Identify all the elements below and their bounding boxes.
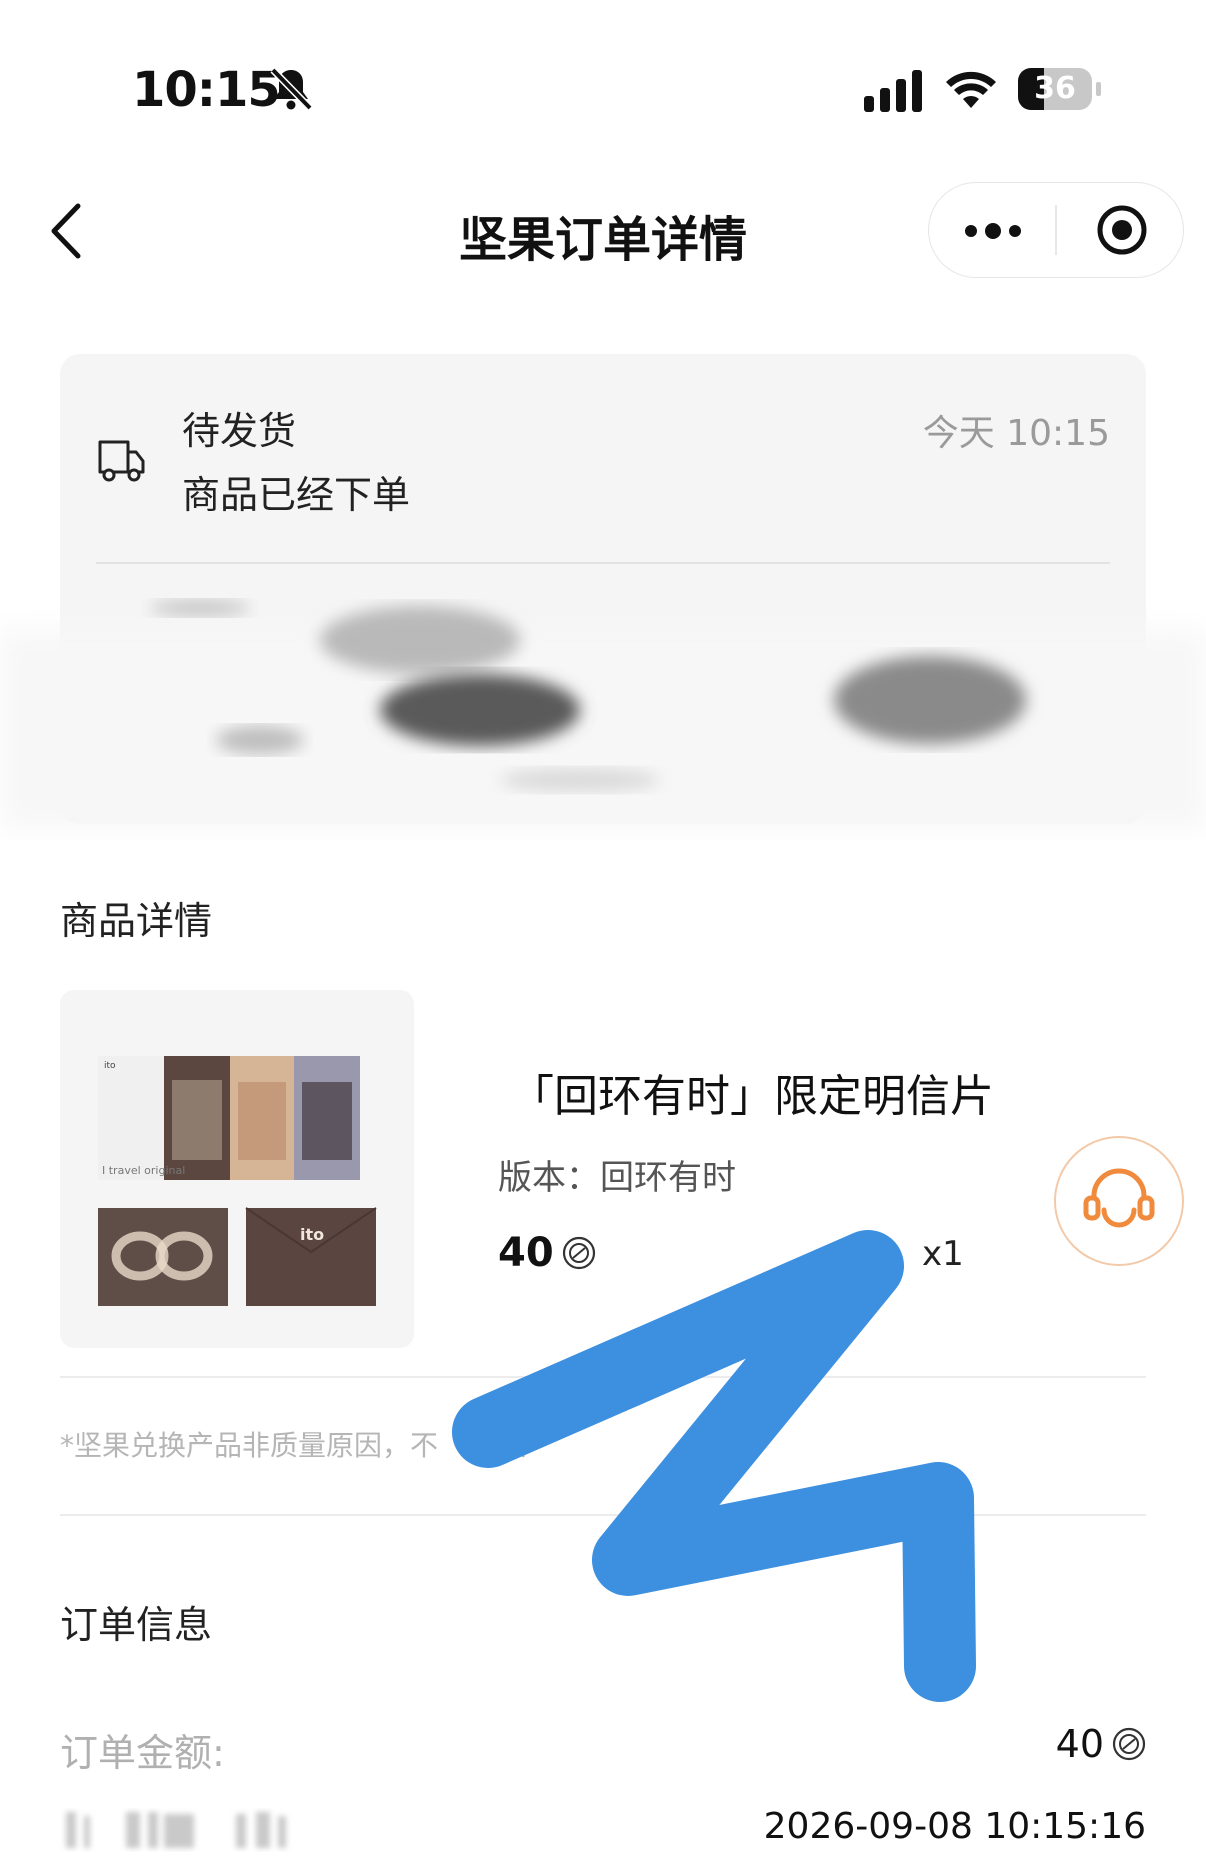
- headset-icon: [1083, 1168, 1155, 1228]
- status-label: 待发货: [182, 409, 297, 453]
- product-price: 40: [498, 1230, 596, 1276]
- order-amount: 40: [1056, 1722, 1146, 1766]
- bell-muted-icon: [270, 67, 313, 111]
- product-name[interactable]: 「回环有时」限定明信片: [510, 1060, 994, 1124]
- nut-coin-icon: [562, 1236, 595, 1270]
- svg-text:ito: ito: [104, 1061, 116, 1071]
- product-quantity: x1: [922, 1234, 964, 1274]
- exchange-note: *坚果兑换产品非质量原因，不换: [60, 1429, 527, 1462]
- product-thumbnail[interactable]: ito I travel original ito: [60, 990, 414, 1348]
- order-section-title: 订单信息: [60, 1603, 213, 1647]
- status-description: 商品已经下单: [182, 473, 411, 517]
- truck-icon: [98, 440, 145, 482]
- order-amount-label: 订单金额:: [60, 1731, 225, 1775]
- card-divider: [96, 562, 1110, 564]
- order-amount-value: 40: [1055, 1722, 1104, 1766]
- status-time: 10:15: [132, 62, 281, 118]
- signal-icon: [864, 70, 922, 112]
- goods-section-title: 商品详情: [60, 899, 213, 943]
- redacted-label: [66, 1812, 286, 1848]
- thumb-brand: ito: [300, 1225, 324, 1244]
- customer-service-button[interactable]: [1054, 1136, 1184, 1266]
- redacted-address-smudge: [0, 600, 1206, 830]
- close-target-icon[interactable]: [1095, 203, 1149, 257]
- status-timestamp: 今天 10:15: [922, 413, 1110, 454]
- postcard-set-image: ito I travel original ito: [98, 1056, 377, 1306]
- thumb-caption: I travel original: [102, 1164, 185, 1177]
- wifi-icon: [946, 71, 996, 108]
- section-divider: [60, 1376, 1146, 1378]
- more-dots-icon[interactable]: [963, 211, 1023, 251]
- product-variant: 版本：回环有时: [498, 1158, 736, 1198]
- section-divider: [60, 1514, 1146, 1516]
- nut-coin-icon: [1112, 1727, 1146, 1761]
- product-price-value: 40: [498, 1230, 554, 1276]
- mini-program-capsule: [928, 182, 1184, 278]
- battery-indicator: 36: [1018, 68, 1102, 114]
- battery-percent: 36: [1034, 71, 1076, 106]
- order-time: 2026-09-08 10:15:16: [763, 1806, 1146, 1847]
